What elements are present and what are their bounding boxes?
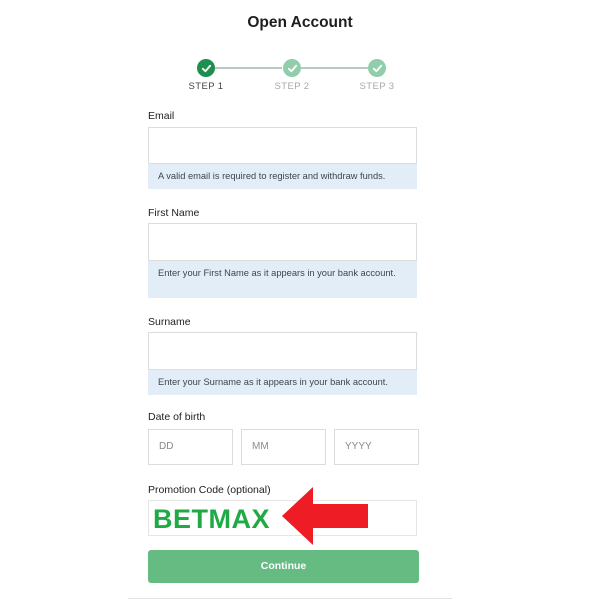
dob-month-input[interactable]: MM [241,429,326,465]
step-3-label: STEP 3 [359,81,395,92]
email-label: Email [148,110,175,122]
first-name-field[interactable] [148,223,417,261]
dob-day-input[interactable]: DD [148,429,233,465]
step-3-indicator [368,59,386,77]
step-connector [301,67,368,69]
step-2-label: STEP 2 [274,81,310,92]
first-name-helper-text: Enter your First Name as it appears in y… [148,261,417,298]
step-2-indicator [283,59,301,77]
dob-label: Date of birth [148,411,206,423]
email-helper-text: A valid email is required to register an… [148,164,417,189]
check-icon [287,64,297,72]
surname-label: Surname [148,316,191,328]
step-connector [215,67,282,69]
step-1-label: STEP 1 [188,81,224,92]
continue-button[interactable]: Continue [148,550,419,583]
promo-code-value: BETMAX [153,504,270,534]
check-icon [372,64,382,72]
surname-field[interactable] [148,332,417,370]
page-title: Open Account [247,14,353,31]
step-progress: STEP 1 STEP 2 STEP 3 [0,59,600,99]
dob-year-input[interactable]: YYYY [334,429,419,465]
divider [128,598,452,599]
step-1-indicator [197,59,215,77]
check-icon [201,64,211,72]
surname-helper-text: Enter your Surname as it appears in your… [148,370,417,395]
promo-code-label: Promotion Code (optional) [148,484,271,496]
first-name-label: First Name [148,207,200,219]
email-field[interactable] [148,127,417,164]
red-arrow-icon [282,485,370,547]
